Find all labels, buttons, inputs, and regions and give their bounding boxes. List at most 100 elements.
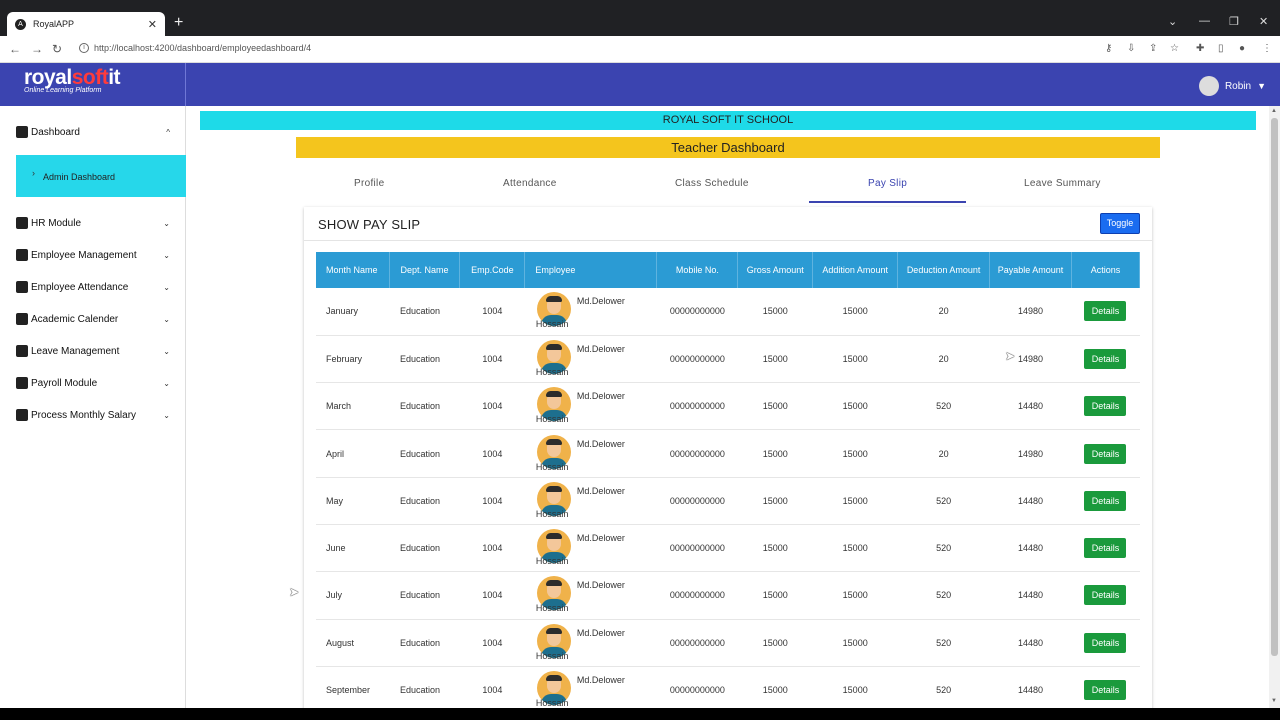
- employee-last-name: Hossain: [535, 650, 569, 661]
- table-row: April Education 1004 Md.Delower Hossain 00000…: [316, 429, 1140, 478]
- key-icon[interactable]: ⚷: [1105, 43, 1112, 54]
- tab-profile[interactable]: Profile: [354, 178, 384, 189]
- dept-cell: Education: [389, 429, 460, 478]
- column-header[interactable]: Gross Amount: [737, 252, 814, 288]
- logo-tagline: Online Learning Platform: [24, 87, 102, 94]
- employee-cell: Md.Delower Hossain: [524, 335, 657, 384]
- dashboard-icon: [16, 126, 28, 138]
- details-button[interactable]: Details: [1084, 490, 1127, 511]
- tab-attendance[interactable]: Attendance: [503, 178, 557, 189]
- mouse-cursor-icon: ➤: [1005, 349, 1016, 363]
- details-button[interactable]: Details: [1084, 680, 1127, 701]
- browser-chrome: A RoyalAPP ✕ + ⌄ — ❐ ✕ ← → ↻ i http://lo…: [0, 0, 1280, 63]
- column-header[interactable]: Emp.Code: [459, 252, 526, 288]
- sidebar-item-leave-management[interactable]: Leave Management ⌄: [16, 341, 176, 361]
- sidebar-item-academic-calender[interactable]: Academic Calender ⌄: [16, 309, 176, 329]
- employee-first-name: Md.Delower: [576, 533, 625, 544]
- sidebar-item-label: Leave Management: [31, 345, 120, 357]
- column-header[interactable]: Payable Amount: [989, 252, 1072, 288]
- toggle-button[interactable]: Toggle: [1100, 213, 1140, 234]
- column-header[interactable]: Month Name: [316, 252, 391, 288]
- address-bar[interactable]: http://localhost:4200/dashboard/employee…: [94, 43, 311, 53]
- column-header[interactable]: Actions: [1071, 252, 1141, 288]
- extensions-icon[interactable]: ✚: [1196, 43, 1204, 54]
- month-cell: April: [316, 429, 390, 478]
- scrollbar-thumb[interactable]: [1271, 118, 1278, 656]
- month-cell: June: [316, 524, 390, 573]
- month-cell: September: [316, 666, 390, 708]
- emp-code-cell: 1004: [459, 571, 525, 620]
- vertical-scrollbar[interactable]: ▲ ▼: [1269, 106, 1280, 708]
- details-button[interactable]: Details: [1084, 632, 1127, 653]
- sidebar-item-process-monthly-salary[interactable]: Process Monthly Salary ⌄: [16, 405, 176, 425]
- details-button[interactable]: Details: [1084, 538, 1127, 559]
- column-header[interactable]: Deduction Amount: [897, 252, 991, 288]
- employee-last-name: Hossain: [535, 461, 569, 472]
- sidebar-item-payroll-module[interactable]: Payroll Module ⌄: [16, 373, 176, 393]
- employee-cell: Md.Delower Hossain: [524, 288, 657, 336]
- actions-cell: Details: [1071, 429, 1140, 478]
- employee-first-name: Md.Delower: [576, 343, 625, 354]
- payable-cell: 14480: [989, 666, 1072, 708]
- details-button[interactable]: Details: [1084, 396, 1127, 417]
- close-window-icon[interactable]: ✕: [1259, 15, 1268, 28]
- column-header[interactable]: Dept. Name: [389, 252, 461, 288]
- profile-icon[interactable]: ●: [1239, 43, 1245, 54]
- browser-tab[interactable]: A RoyalAPP ✕: [7, 12, 165, 36]
- forward-icon[interactable]: →: [31, 42, 43, 56]
- details-button[interactable]: Details: [1084, 443, 1127, 464]
- sidebar-item-dashboard[interactable]: Dashboard ^: [16, 122, 176, 142]
- sidepanel-icon[interactable]: ▯: [1218, 43, 1224, 54]
- sidebar-item-admin-dashboard[interactable]: › Admin Dashboard: [16, 155, 186, 197]
- details-button[interactable]: Details: [1084, 585, 1127, 606]
- tab-pay-slip[interactable]: Pay Slip: [868, 178, 907, 189]
- pay-slip-table: Month Name Dept. Name Emp.Code Employee …: [316, 252, 1141, 708]
- tab-leave-summary[interactable]: Leave Summary: [1024, 178, 1101, 189]
- column-header[interactable]: Mobile No.: [656, 252, 739, 288]
- column-header[interactable]: Employee: [524, 252, 658, 288]
- menu-icon[interactable]: ⋮: [1262, 43, 1272, 54]
- new-tab-icon[interactable]: +: [174, 14, 183, 32]
- emp-code-cell: 1004: [459, 666, 525, 708]
- deduction-cell: 20: [897, 335, 990, 384]
- employee-last-name: Hossain: [535, 556, 569, 567]
- scroll-up-icon[interactable]: ▲: [1271, 108, 1277, 114]
- reload-icon[interactable]: ↻: [52, 42, 62, 56]
- emp-code-cell: 1004: [459, 288, 525, 336]
- tab-class-schedule[interactable]: Class Schedule: [675, 178, 749, 189]
- scroll-down-icon[interactable]: ▼: [1271, 698, 1277, 704]
- chevron-down-icon: ⌄: [163, 378, 170, 388]
- mobile-cell: 00000000000: [656, 524, 738, 573]
- column-header[interactable]: Addition Amount: [812, 252, 899, 288]
- info-icon[interactable]: i: [79, 43, 89, 53]
- user-menu[interactable]: Robin ▼: [1198, 76, 1266, 96]
- deduction-cell: 520: [897, 571, 990, 620]
- emp-code-cell: 1004: [459, 524, 525, 573]
- back-icon[interactable]: ←: [9, 42, 21, 56]
- mobile-cell: 00000000000: [656, 666, 738, 708]
- payable-cell: 14980: [989, 429, 1072, 478]
- chevron-down-icon: ⌄: [163, 314, 170, 324]
- employee-cell: Md.Delower Hossain: [524, 524, 657, 573]
- people-icon: [16, 249, 28, 261]
- details-button[interactable]: Details: [1084, 348, 1127, 369]
- employee-last-name: Hossain: [535, 414, 569, 425]
- sidebar-item-hr-module[interactable]: HR Module ⌄: [16, 213, 176, 233]
- details-button[interactable]: Details: [1084, 301, 1127, 322]
- gross-cell: 15000: [737, 288, 813, 336]
- payable-cell: 14980: [989, 335, 1072, 384]
- bookmark-star-icon[interactable]: ☆: [1170, 43, 1179, 54]
- sidebar-item-employee-attendance[interactable]: Employee Attendance ⌄: [16, 277, 176, 297]
- gross-cell: 15000: [737, 571, 813, 620]
- restore-icon[interactable]: ❐: [1229, 15, 1239, 28]
- close-tab-icon[interactable]: ✕: [148, 18, 157, 31]
- employee-first-name: Md.Delower: [576, 391, 625, 402]
- payroll-icon: [16, 377, 28, 389]
- sidebar-item-employee-management[interactable]: Employee Management ⌄: [16, 245, 176, 265]
- tab-search-icon[interactable]: ⌄: [1168, 15, 1177, 28]
- share-icon[interactable]: ⇪: [1149, 43, 1157, 54]
- install-icon[interactable]: ⇩: [1127, 43, 1135, 54]
- minimize-icon[interactable]: —: [1199, 15, 1210, 27]
- gross-cell: 15000: [737, 429, 813, 478]
- sidebar-item-label: Payroll Module: [31, 377, 98, 389]
